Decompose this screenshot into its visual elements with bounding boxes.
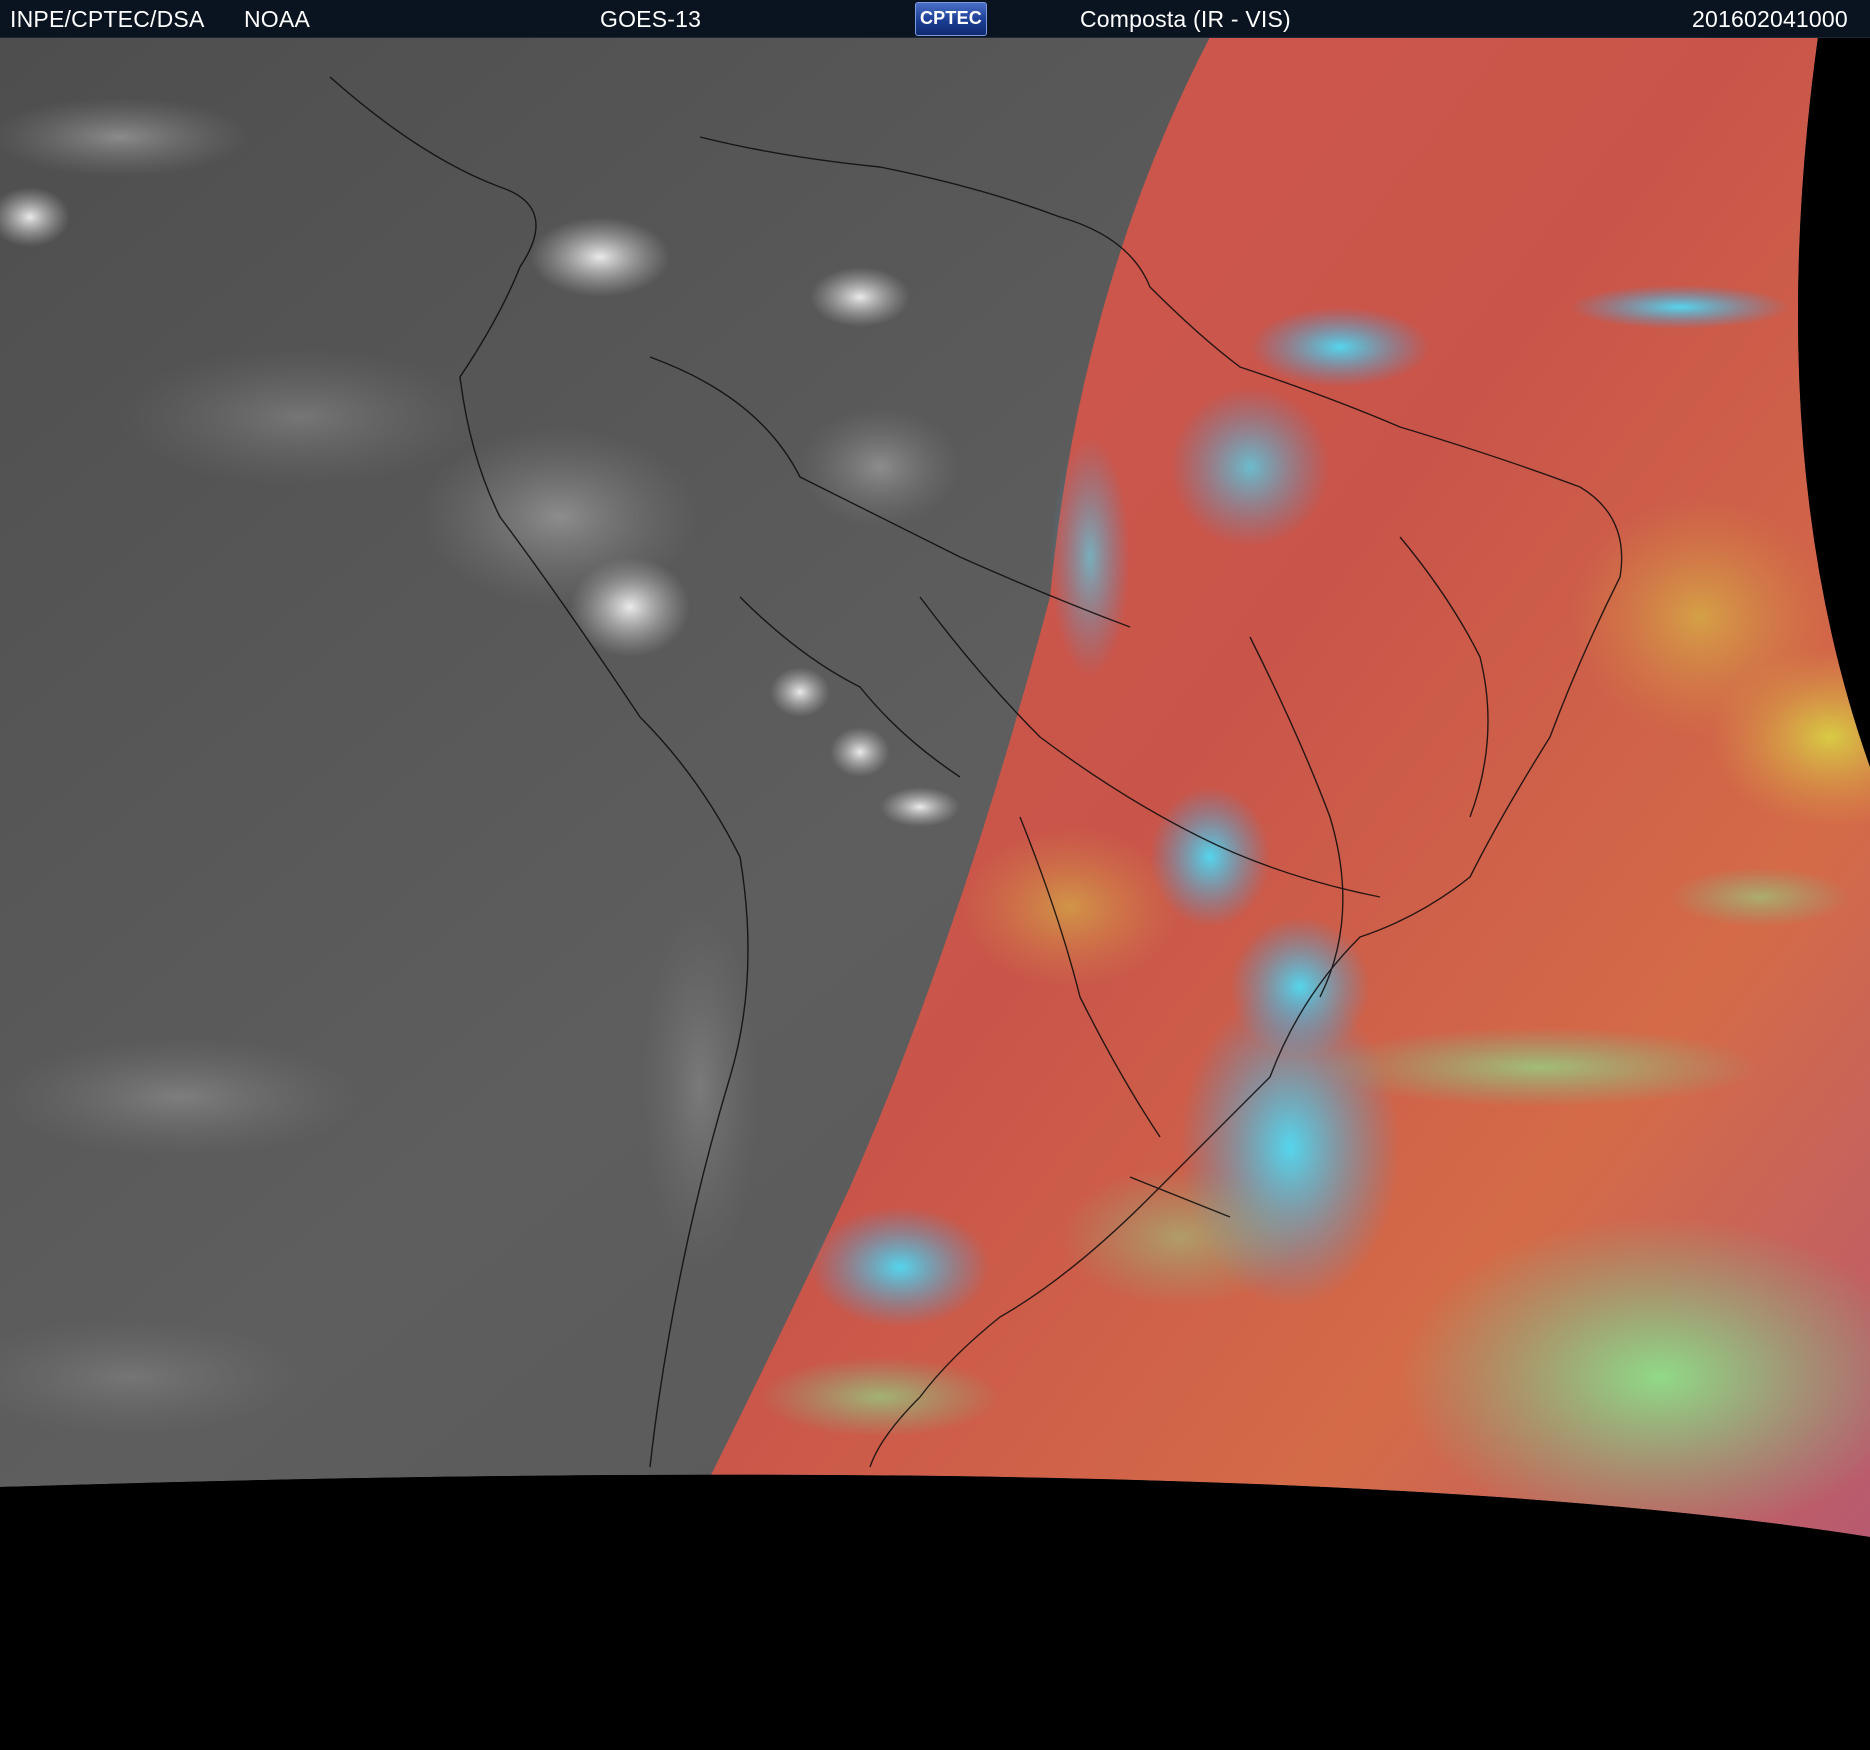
satellite-label: GOES-13 (600, 6, 702, 32)
cptec-logo: CPTEC (915, 2, 987, 36)
space-background-bottom (0, 1474, 1870, 1750)
satellite-composite-image (0, 37, 1870, 1750)
agency-label: INPE/CPTEC/DSA (10, 6, 205, 32)
timestamp-label: 201602041000 (1692, 6, 1848, 32)
partner-label: NOAA (244, 6, 310, 32)
product-label: Composta (IR - VIS) (1080, 6, 1291, 32)
image-header-bar: INPE/CPTEC/DSA NOAA GOES-13 CPTEC Compos… (0, 0, 1870, 38)
